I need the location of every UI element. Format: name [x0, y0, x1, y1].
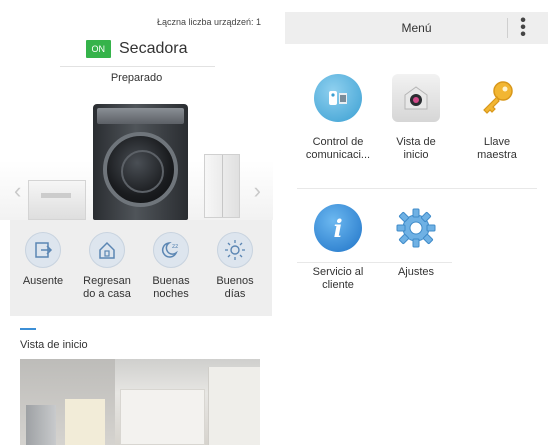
- menu-item-label: Servicio al: [312, 266, 364, 278]
- remote-control-icon: [314, 74, 362, 122]
- menu-item-label: Control de: [312, 136, 364, 148]
- info-icon: i: [314, 204, 362, 252]
- mode-away-button[interactable]: Ausente: [12, 232, 74, 288]
- gear-icon: [392, 204, 440, 252]
- dryer-image[interactable]: [93, 104, 188, 220]
- sleep-icon: zz: [153, 232, 189, 268]
- menu-bar: Menú • • •: [285, 12, 548, 44]
- section-title: Vista de inicio: [20, 339, 88, 351]
- menu-item-label: Ajustes: [397, 266, 435, 278]
- divider: [60, 66, 215, 67]
- mode-label-2: do a casa: [83, 288, 131, 300]
- menu-item-label-2: comunicaci...: [305, 149, 371, 161]
- menu-separator: [507, 18, 508, 38]
- home-icon: [89, 232, 125, 268]
- mode-label-2: noches: [153, 288, 189, 300]
- power-status-badge[interactable]: ON: [85, 40, 111, 58]
- menu-item-remote-control[interactable]: Control de comunicaci...: [295, 74, 381, 162]
- menu-item-label: Llave: [483, 136, 511, 148]
- mode-good-morning-button[interactable]: Buenos días: [204, 232, 266, 301]
- menu-item-label-2: maestra: [477, 149, 517, 161]
- away-icon: [25, 232, 61, 268]
- mode-label: Ausente: [22, 275, 64, 287]
- device-count: Łączna liczba urządzeń: 1: [156, 17, 261, 27]
- grid-divider: [297, 188, 537, 189]
- mode-label: Regresan: [83, 275, 131, 287]
- washer-image[interactable]: [28, 180, 86, 220]
- home-view-icon: [392, 74, 440, 122]
- carousel-next-icon[interactable]: ›: [254, 178, 261, 204]
- mode-label: Buenas: [152, 275, 190, 287]
- device-panel: Łączna liczba urządzeń: 1 ON Secadora Pr…: [0, 0, 273, 445]
- grid-divider: [297, 262, 452, 263]
- mode-label: Buenos: [216, 275, 254, 287]
- device-name: Secadora: [119, 40, 188, 57]
- mode-label-2: días: [224, 288, 246, 300]
- mode-coming-home-button[interactable]: Regresan do a casa: [76, 232, 138, 301]
- section-indicator: [20, 328, 36, 330]
- key-icon: [473, 74, 521, 122]
- overflow-menu-icon[interactable]: • • •: [520, 13, 526, 43]
- device-state: Preparado: [110, 72, 163, 84]
- menu-item-customer-service[interactable]: i Servicio al cliente: [295, 204, 381, 292]
- device-status-row: ON Secadora: [0, 40, 273, 58]
- carousel-prev-icon[interactable]: ‹: [14, 178, 21, 204]
- menu-item-label-2: inicio: [403, 149, 429, 161]
- menu-title: Menú: [401, 21, 432, 35]
- sun-icon: [217, 232, 253, 268]
- mode-bar: Ausente Regresan do a casa zz Buenas noche…: [10, 220, 272, 316]
- menu-item-home-view[interactable]: Vista de inicio: [373, 74, 459, 162]
- mode-good-night-button[interactable]: zz Buenas noches: [140, 232, 202, 301]
- device-carousel[interactable]: ‹ ›: [0, 88, 273, 220]
- menu-item-label-2: cliente: [322, 279, 354, 291]
- fridge-image[interactable]: [204, 154, 240, 218]
- menu-item-label: Vista de: [396, 136, 436, 148]
- svg-text:zz: zz: [172, 243, 178, 250]
- home-view-photo[interactable]: [20, 359, 260, 445]
- menu-panel: Menú • • • Control de comunicaci... Vista d…: [285, 0, 548, 445]
- menu-item-settings[interactable]: Ajustes: [373, 204, 459, 279]
- menu-item-master-key[interactable]: Llave maestra: [454, 74, 540, 162]
